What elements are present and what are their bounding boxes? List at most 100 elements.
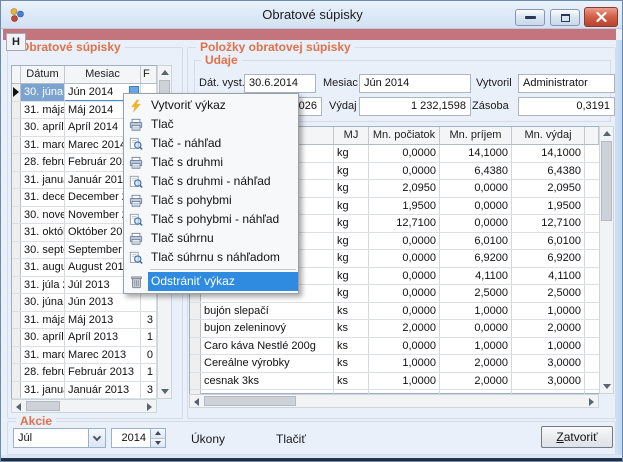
cell-mn-vydaj[interactable]: 6,0100 xyxy=(512,233,585,250)
row-selector[interactable] xyxy=(190,338,201,355)
scrollbar-thumb[interactable] xyxy=(204,396,296,406)
cell-datum[interactable]: 30. júna 2013 xyxy=(21,294,65,311)
cell-mn-vydaj[interactable]: 2,5000 xyxy=(512,285,585,302)
table-row[interactable]: Caro káva Nestlé 200g ks 0,0000 1,0000 1… xyxy=(190,338,599,356)
menu-item[interactable]: Odstrániť výkaz xyxy=(124,272,298,291)
cell-f[interactable]: 3 xyxy=(141,382,157,399)
cell-datum[interactable]: 31. mája 2013 xyxy=(21,312,65,329)
row-selector[interactable] xyxy=(190,355,201,372)
vydaj-field[interactable]: 1 232,1598 xyxy=(359,97,471,116)
row-selector[interactable] xyxy=(190,303,201,320)
ukony-button[interactable]: Úkony xyxy=(191,432,225,446)
cell-f[interactable]: 0 xyxy=(141,347,157,364)
row-selector[interactable] xyxy=(12,347,21,364)
cell-datum[interactable]: 31. októbra 2013 xyxy=(21,224,65,241)
cell-datum[interactable]: 28. februára 2014 xyxy=(21,154,65,171)
cell-mn-vydaj[interactable]: 1,0000 xyxy=(512,338,585,355)
row-selector[interactable] xyxy=(12,189,21,206)
year-stepper[interactable]: 2014 xyxy=(111,428,166,448)
month-select[interactable]: Júl xyxy=(13,428,106,448)
items-horizontal-scrollbar[interactable] xyxy=(189,394,599,408)
menu-item[interactable]: Vytvoriť výkaz xyxy=(124,96,298,115)
table-row[interactable]: 31. januára 2013 Január 2013 3 xyxy=(12,382,157,400)
cell-mj[interactable]: kg xyxy=(334,233,369,250)
cell-mn-pociatok[interactable]: 0,0000 xyxy=(369,303,440,320)
menu-item[interactable]: Tlač - náhľad xyxy=(124,134,298,153)
table-row[interactable]: bujon zeleninový ks 2,0000 0,0000 2,0000 xyxy=(190,320,599,338)
cell-mesiac[interactable]: Marec 2013 xyxy=(65,347,141,364)
cell-mn-prijem[interactable]: 2,0000 xyxy=(440,373,512,390)
scroll-down-button[interactable] xyxy=(600,380,613,393)
row-selector[interactable] xyxy=(190,320,201,337)
dat-vyst-field[interactable]: 30.6.2014 xyxy=(244,74,316,93)
cell-datum[interactable]: 31. marca 2013 xyxy=(21,347,65,364)
cell-f[interactable]: 1 xyxy=(141,329,157,346)
minimize-button[interactable] xyxy=(515,9,545,26)
table-row[interactable]: Cereálne výrobky ks 1,0000 2,0000 3,0000 xyxy=(190,355,599,373)
cell-datum[interactable]: 28. februára 2013 xyxy=(21,364,65,381)
scroll-right-button[interactable] xyxy=(143,400,156,413)
cell-mn-pociatok[interactable]: 1,9500 xyxy=(369,198,440,215)
cell-mn-vydaj[interactable]: 2,0000 xyxy=(512,320,585,337)
cell-mj[interactable]: kg xyxy=(334,250,369,267)
cell-mn-prijem[interactable]: 6,4380 xyxy=(440,163,512,180)
cell-datum[interactable]: 31. mája 2014 xyxy=(21,102,65,119)
menu-item[interactable]: Tlač s druhmi xyxy=(124,153,298,172)
cell-mj[interactable]: ks xyxy=(334,338,369,355)
cell-mn-prijem[interactable]: 4,1100 xyxy=(440,268,512,285)
cell-mn-pociatok[interactable]: 0,0000 xyxy=(369,145,440,162)
cell-mesiac[interactable]: Február 2013 xyxy=(65,364,141,381)
table-row[interactable]: cesnak 3ks ks 1,0000 2,0000 3,0000 xyxy=(190,373,599,391)
tlacit-button[interactable]: Tlačiť xyxy=(276,432,306,446)
row-selector[interactable] xyxy=(12,329,21,346)
cell-mn-pociatok[interactable]: 2,0950 xyxy=(369,180,440,197)
row-selector[interactable] xyxy=(12,137,21,154)
cell-mn-prijem[interactable]: 0,0000 xyxy=(440,215,512,232)
cell-f[interactable]: 1 xyxy=(141,364,157,381)
cell-mn-pociatok[interactable]: 0,0000 xyxy=(369,233,440,250)
menu-item[interactable]: Tlač s pohybmi xyxy=(124,191,298,210)
menu-item[interactable]: Tlač s pohybmi - náhľad xyxy=(124,210,298,229)
cell-mn-pociatok[interactable]: 0,0000 xyxy=(369,250,440,267)
cell-mj[interactable]: kg xyxy=(334,198,369,215)
year-down-button[interactable] xyxy=(151,439,165,448)
cell-mn-vydaj[interactable]: 4,1100 xyxy=(512,268,585,285)
cell-mj[interactable]: kg xyxy=(334,285,369,302)
items-vertical-scrollbar[interactable] xyxy=(599,126,614,394)
scroll-down-button[interactable] xyxy=(158,385,171,398)
header-mj[interactable]: MJ xyxy=(334,127,369,144)
cell-mn-pociatok[interactable]: 12,7100 xyxy=(369,215,440,232)
cell-mj[interactable]: ks xyxy=(334,373,369,390)
row-selector[interactable] xyxy=(12,364,21,381)
month-select-dropdown-button[interactable] xyxy=(88,429,105,447)
row-selector[interactable] xyxy=(12,259,21,276)
cell-datum[interactable]: 30. júna 2014 xyxy=(21,84,65,101)
vytvoril-field[interactable]: Administrator xyxy=(518,74,615,93)
cell-mn-prijem[interactable]: 0,0000 xyxy=(440,320,512,337)
table-row[interactable]: 30. júna 2013 Jún 2013 xyxy=(12,294,157,312)
close-button[interactable] xyxy=(584,7,618,27)
cell-mj[interactable]: ks xyxy=(334,320,369,337)
cell-mn-pociatok[interactable]: 0,0000 xyxy=(369,268,440,285)
cell-mn-prijem[interactable]: 0,0000 xyxy=(440,198,512,215)
scroll-left-button[interactable] xyxy=(12,400,25,413)
header-datum[interactable]: Dátum xyxy=(21,66,65,83)
title-bar[interactable]: Obratové súpisky xyxy=(1,1,623,29)
tab-h[interactable]: H xyxy=(6,33,26,51)
cell-mn-prijem[interactable]: 14,1000 xyxy=(440,145,512,162)
table-row[interactable]: 31. mája 2013 Máj 2013 3 xyxy=(12,312,157,330)
row-selector[interactable] xyxy=(12,102,21,119)
cell-mj[interactable]: kg xyxy=(334,163,369,180)
cell-mn-prijem[interactable]: 2,0000 xyxy=(440,355,512,372)
cell-f[interactable]: 3 xyxy=(141,312,157,329)
cell-mn-vydaj[interactable]: 3,0000 xyxy=(512,373,585,390)
cell-datum[interactable]: 31. decembra 2013 xyxy=(21,189,65,206)
header-f[interactable]: F xyxy=(141,66,157,83)
header-mesiac[interactable]: Mesiac xyxy=(65,66,141,83)
cell-mn-vydaj[interactable]: 6,4380 xyxy=(512,163,585,180)
cell-mj[interactable]: kg xyxy=(334,215,369,232)
cell-mn-vydaj[interactable]: 12,7100 xyxy=(512,215,585,232)
cell-nazov[interactable]: Caro káva Nestlé 200g xyxy=(201,338,334,355)
cell-mn-vydaj[interactable]: 1,0000 xyxy=(512,303,585,320)
cell-datum[interactable]: 31. januára 2014 xyxy=(21,172,65,189)
